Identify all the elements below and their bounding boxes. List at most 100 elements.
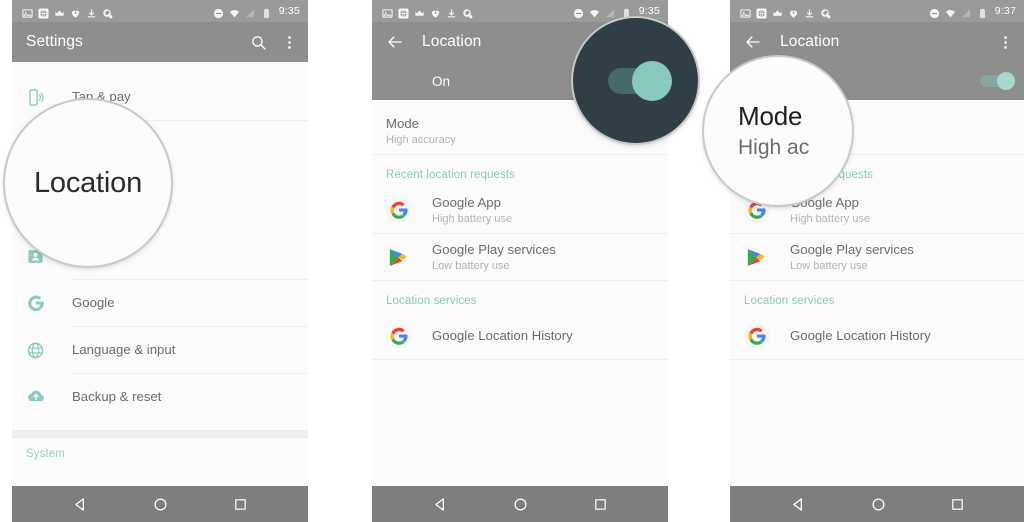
status-bar: 9:35 bbox=[12, 0, 308, 22]
status-bar-left-icons bbox=[740, 6, 831, 19]
list-divider bbox=[730, 359, 1024, 360]
phone-panel-settings: 9:35 Settings Tap & pay Google Language … bbox=[12, 0, 308, 522]
crown-icon bbox=[772, 6, 783, 17]
globe-icon bbox=[38, 6, 49, 19]
battery-icon bbox=[261, 6, 272, 18]
download-icon bbox=[446, 6, 457, 17]
recents-nav-button[interactable] bbox=[593, 497, 608, 512]
battery-icon bbox=[977, 6, 988, 18]
home-nav-button[interactable] bbox=[512, 496, 529, 513]
page-title: Location bbox=[780, 33, 840, 50]
home-nav-button[interactable] bbox=[870, 496, 887, 513]
heart-icon bbox=[70, 6, 81, 18]
back-arrow-icon[interactable] bbox=[386, 33, 404, 51]
language-input-icon bbox=[26, 341, 56, 360]
app-bar: Settings bbox=[12, 22, 308, 62]
crown-icon bbox=[414, 6, 425, 17]
google-play-services-icon bbox=[744, 246, 774, 269]
list-item-google[interactable]: Google bbox=[12, 280, 308, 326]
download-icon bbox=[804, 6, 815, 17]
recents-nav-button[interactable] bbox=[233, 497, 248, 512]
wifi-icon bbox=[945, 6, 956, 17]
globe-icon bbox=[398, 6, 409, 19]
list-item-sublabel: High battery use bbox=[432, 212, 513, 225]
list-item-sublabel: High accuracy bbox=[386, 133, 456, 146]
list-item-sublabel: Low battery use bbox=[432, 259, 510, 272]
app-bar: Location bbox=[730, 22, 1024, 62]
magnifier-label-primary: Mode bbox=[738, 101, 803, 131]
navigation-bar bbox=[372, 486, 668, 522]
status-bar-right-icons: 9:35 bbox=[213, 5, 300, 18]
magnified-toggle-knob bbox=[631, 60, 672, 101]
list-item-language-and-input[interactable]: Language & input bbox=[12, 327, 308, 373]
list-item-label: Backup & reset bbox=[72, 389, 162, 404]
overflow-menu-icon[interactable] bbox=[281, 34, 298, 51]
signal-icon bbox=[961, 6, 972, 17]
image-icon bbox=[740, 6, 751, 18]
list-item-label: Mode bbox=[386, 115, 419, 131]
overflow-menu-icon[interactable] bbox=[997, 34, 1014, 51]
signal-icon bbox=[605, 6, 616, 17]
magnifier-callout-toggle bbox=[573, 18, 698, 143]
back-nav-button[interactable] bbox=[432, 496, 449, 513]
section-header-location-services: Location services bbox=[744, 295, 835, 307]
back-nav-button[interactable] bbox=[790, 496, 807, 513]
google-g-icon bbox=[26, 293, 56, 313]
list-item-backup-and-reset[interactable]: Backup & reset bbox=[12, 374, 308, 420]
list-item-label: Google Location History bbox=[432, 328, 573, 343]
section-header-recent-requests: Recent location requests bbox=[386, 169, 515, 181]
list-item-sublabel: Low battery use bbox=[790, 259, 868, 272]
list-divider bbox=[372, 359, 668, 360]
list-item-google-location-history[interactable]: Google Location History bbox=[730, 313, 1024, 359]
status-bar-clock: 9:35 bbox=[638, 5, 660, 17]
back-nav-button[interactable] bbox=[72, 496, 89, 513]
google-play-services-icon bbox=[386, 246, 416, 269]
backup-reset-icon bbox=[26, 387, 56, 407]
section-separator bbox=[12, 430, 308, 438]
list-item-label: Google Play services bbox=[790, 241, 914, 257]
heart-icon bbox=[430, 6, 441, 18]
walkthrough-stage: 9:35 Settings Tap & pay Google Language … bbox=[0, 0, 1024, 522]
list-item-label: Google Location History bbox=[790, 328, 931, 343]
list-item-google-play-services[interactable]: Google Play services Low battery use bbox=[372, 234, 668, 280]
page-title: Location bbox=[422, 33, 482, 50]
crown-icon bbox=[54, 6, 65, 17]
search-icon[interactable] bbox=[250, 34, 267, 51]
list-item-google-app[interactable]: Google App High battery use bbox=[372, 187, 668, 233]
list-item-label: Language & input bbox=[72, 342, 176, 357]
location-toggle-switch[interactable] bbox=[980, 72, 1015, 90]
magnifier-callout-location: Location bbox=[5, 100, 171, 266]
list-item-google-play-services[interactable]: Google Play services Low battery use bbox=[730, 234, 1024, 280]
download-icon bbox=[86, 6, 97, 17]
list-item-google-location-history[interactable]: Google Location History bbox=[372, 313, 668, 359]
list-item-label: Google bbox=[72, 295, 115, 310]
sync-icon bbox=[820, 6, 831, 18]
image-icon bbox=[22, 6, 33, 18]
status-bar-clock: 9:35 bbox=[278, 5, 300, 17]
magnifier-label-secondary: High ac bbox=[738, 136, 810, 159]
do-not-disturb-icon bbox=[929, 6, 940, 18]
recents-nav-button[interactable] bbox=[950, 497, 965, 512]
do-not-disturb-icon bbox=[213, 6, 224, 18]
switch-state-label: On bbox=[432, 73, 451, 89]
status-bar-clock: 9:37 bbox=[994, 5, 1016, 17]
status-bar-right-icons: 9:37 bbox=[929, 5, 1016, 18]
heart-icon bbox=[788, 6, 799, 18]
navigation-bar bbox=[12, 486, 308, 522]
sync-icon bbox=[462, 6, 473, 18]
wifi-icon bbox=[229, 6, 240, 17]
wifi-icon bbox=[589, 6, 600, 17]
back-arrow-icon[interactable] bbox=[744, 33, 762, 51]
google-g-icon bbox=[386, 197, 416, 223]
status-bar-left-icons bbox=[22, 6, 113, 19]
status-bar-right-icons: 9:35 bbox=[573, 5, 660, 18]
list-item-label: Google Play services bbox=[432, 241, 556, 257]
battery-icon bbox=[621, 6, 632, 18]
google-g-icon bbox=[386, 323, 416, 349]
signal-icon bbox=[245, 6, 256, 17]
magnifier-label: Location bbox=[33, 166, 143, 199]
status-bar-left-icons bbox=[382, 6, 473, 19]
do-not-disturb-icon bbox=[573, 6, 584, 18]
google-g-icon bbox=[744, 323, 774, 349]
home-nav-button[interactable] bbox=[152, 496, 169, 513]
